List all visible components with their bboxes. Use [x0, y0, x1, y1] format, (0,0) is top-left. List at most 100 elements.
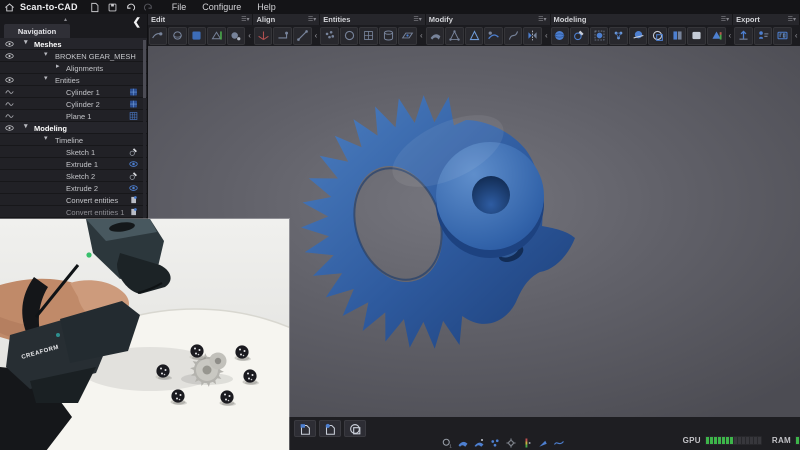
grid-entity-button[interactable] — [359, 27, 378, 45]
display-settings-icon[interactable] — [505, 437, 517, 448]
line-align-button[interactable] — [293, 27, 312, 45]
probe-sphere-button[interactable] — [227, 27, 246, 45]
menu-file[interactable]: File — [164, 2, 195, 12]
cube-grid-icon[interactable] — [128, 87, 139, 97]
home-icon[interactable] — [2, 1, 16, 13]
surface-plane-button[interactable] — [687, 27, 706, 45]
tree-row-meshes[interactable]: ▾Meshes — [0, 38, 147, 50]
expander-icon[interactable]: ▾ — [24, 122, 28, 130]
section-menu-icon[interactable]: ☰▾ — [721, 17, 729, 23]
pin-icon[interactable]: ▴ — [64, 16, 67, 23]
tree-row-cylinder-1[interactable]: Cylinder 1 — [0, 86, 147, 98]
share-model-button[interactable] — [754, 27, 773, 45]
entity-wave-icon[interactable] — [4, 87, 15, 97]
point-cluster-button[interactable] — [320, 27, 339, 45]
extrude-icon[interactable] — [128, 159, 139, 169]
collapse-group-icon[interactable]: ‹ — [417, 27, 425, 45]
axis-align-button[interactable] — [254, 27, 273, 45]
collapse-group-icon[interactable]: ‹ — [726, 27, 734, 45]
sketch-icon[interactable] — [128, 147, 139, 157]
collapse-panel-icon[interactable]: ❮ — [133, 18, 141, 28]
section-menu-icon[interactable]: ☰▾ — [241, 17, 249, 23]
collapse-group-icon[interactable]: ‹ — [312, 27, 320, 45]
mirror-split-button[interactable] — [523, 27, 542, 45]
collapse-group-icon[interactable]: ‹ — [246, 27, 254, 45]
smooth-brush-button[interactable] — [149, 27, 168, 45]
convert-icon[interactable] — [128, 195, 139, 205]
visibility-eye-icon[interactable] — [4, 75, 15, 85]
section-menu-icon[interactable]: ☰▾ — [413, 17, 421, 23]
tree-row-convert-entities[interactable]: Convert entities — [0, 194, 147, 206]
cube-grid-icon[interactable] — [128, 99, 139, 109]
sphere-primitive-button[interactable] — [551, 27, 570, 45]
new-document-icon[interactable] — [88, 1, 102, 13]
export-mesh-button[interactable] — [734, 27, 753, 45]
grid-icon[interactable] — [128, 111, 139, 121]
plane-entity-button[interactable] — [398, 27, 417, 45]
entity-wave-icon[interactable] — [4, 99, 15, 109]
tab-navigation[interactable]: Navigation — [4, 24, 70, 38]
lasso-trim-button[interactable] — [648, 27, 667, 45]
sketch-icon[interactable] — [128, 171, 139, 181]
extrude-icon[interactable] — [128, 183, 139, 193]
surface-display-icon[interactable] — [457, 437, 469, 448]
expander-icon[interactable]: ▾ — [24, 38, 28, 46]
triangle-fill-button[interactable] — [445, 27, 464, 45]
entity-wave-icon[interactable] — [4, 111, 15, 121]
split-body-button[interactable] — [668, 27, 687, 45]
patch-surface-button[interactable] — [426, 27, 445, 45]
expander-icon[interactable]: ▾ — [44, 50, 48, 58]
tree-row-plane-1[interactable]: Plane 1 — [0, 110, 147, 122]
tree-row-extrude-1[interactable]: Extrude 1 — [0, 158, 147, 170]
tree-row-sketch-2[interactable]: Sketch 2 — [0, 170, 147, 182]
spline-display-icon[interactable] — [553, 437, 565, 448]
expander-icon[interactable]: ▸ — [56, 62, 60, 70]
color-scale-icon[interactable] — [521, 437, 533, 448]
point-mesh-button[interactable] — [609, 27, 628, 45]
export-cad-button[interactable] — [773, 27, 792, 45]
save-icon[interactable] — [106, 1, 120, 13]
collapse-group-icon[interactable]: ‹ — [792, 27, 800, 45]
sketch-tool-button[interactable] — [570, 27, 589, 45]
vertex-display-icon[interactable] — [489, 437, 501, 448]
prism-analysis-button[interactable] — [707, 27, 726, 45]
mesh-smooth-button[interactable] — [484, 27, 503, 45]
cylinder-entity-button[interactable] — [379, 27, 398, 45]
section-menu-icon[interactable]: ☰▾ — [538, 17, 546, 23]
surface-fit-button[interactable] — [629, 27, 648, 45]
snap-options-icon[interactable]: 1 — [441, 437, 453, 448]
select-area-button[interactable] — [188, 27, 207, 45]
undo-icon[interactable] — [124, 1, 138, 13]
section-menu-icon[interactable]: ☰▾ — [308, 17, 316, 23]
circle-entity-button[interactable] — [340, 27, 359, 45]
tree-row-cylinder-2[interactable]: Cylinder 2 — [0, 98, 147, 110]
tree-row-extrude-2[interactable]: Extrude 2 — [0, 182, 147, 194]
mesh-deviation-button[interactable] — [207, 27, 226, 45]
section-menu-icon[interactable]: ☰▾ — [788, 17, 796, 23]
visibility-eye-icon[interactable] — [4, 51, 15, 61]
curve-edit-button[interactable] — [504, 27, 523, 45]
tree-row-timeline[interactable]: ▾Timeline — [0, 134, 147, 146]
menu-help[interactable]: Help — [249, 2, 284, 12]
redo-icon[interactable] — [142, 1, 156, 13]
rotate-object-button[interactable] — [168, 27, 187, 45]
tree-row-entities[interactable]: ▾Entities — [0, 74, 147, 86]
tree-row-convert-entities-1[interactable]: Convert entities 1 — [0, 206, 147, 218]
tree-row-modeling[interactable]: ▾Modeling — [0, 122, 147, 134]
tree-row-sketch-1[interactable]: Sketch 1 — [0, 146, 147, 158]
visibility-eye-icon[interactable] — [4, 123, 15, 133]
convert-page-button[interactable] — [294, 420, 316, 437]
freeform-cage-button[interactable] — [590, 27, 609, 45]
lasso-select-button[interactable] — [344, 420, 366, 437]
convert-page-alt-button[interactable] — [319, 420, 341, 437]
expander-icon[interactable]: ▾ — [44, 134, 48, 142]
visibility-eye-icon[interactable] — [4, 39, 15, 49]
plane-align-button[interactable] — [273, 27, 292, 45]
smooth-shading-icon[interactable] — [473, 437, 485, 448]
sidebar-scrollbar[interactable] — [143, 40, 146, 220]
menu-configure[interactable]: Configure — [194, 2, 249, 12]
triangle-outline-button[interactable] — [465, 27, 484, 45]
spotlight-icon[interactable] — [537, 437, 549, 448]
convert-icon[interactable] — [128, 207, 139, 217]
collapse-group-icon[interactable]: ‹ — [542, 27, 550, 45]
